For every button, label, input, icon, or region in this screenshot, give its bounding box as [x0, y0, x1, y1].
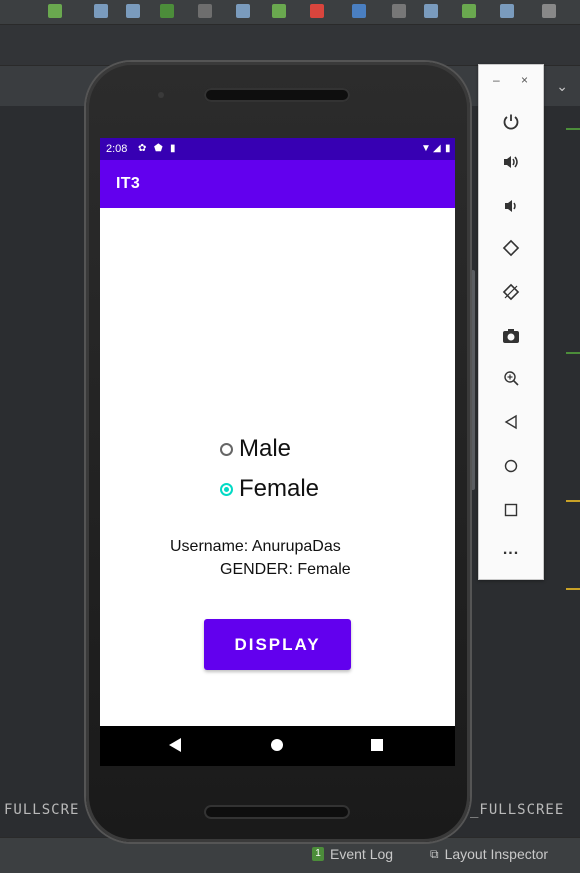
toolbar-icon[interactable] [94, 4, 108, 18]
shield-icon: ⬟ [154, 143, 163, 154]
stop-icon[interactable] [310, 4, 324, 18]
fullscreen-label-left: FULLSCRE [4, 802, 80, 818]
sim-card-icon: ▮ [170, 143, 176, 154]
scrollbar[interactable] [470, 270, 475, 490]
app-bar: IT3 [100, 160, 455, 208]
nav-home-icon[interactable] [271, 739, 283, 751]
search-icon[interactable] [542, 4, 556, 18]
gutter-marker [566, 500, 580, 502]
speaker-top [204, 88, 350, 102]
speaker-bottom [204, 805, 350, 819]
layout-inspector-button[interactable]: ⧉ Layout Inspector [430, 846, 548, 862]
back-icon[interactable] [479, 405, 543, 439]
toolbar-icon[interactable] [126, 4, 140, 18]
layout-inspector-icon: ⧉ [430, 846, 439, 861]
radio-female[interactable]: Female [220, 475, 319, 503]
toolbar-icon[interactable] [392, 4, 406, 18]
chevron-down-icon[interactable]: ⌄ [556, 78, 568, 95]
fullscreen-label-right: _FULLSCREE [470, 802, 565, 818]
front-camera [158, 92, 164, 98]
toolbar-icon[interactable] [272, 4, 286, 18]
close-button[interactable]: × [521, 73, 528, 87]
radio-male[interactable]: Male [220, 435, 291, 463]
toolbar-icon[interactable] [424, 4, 438, 18]
gender-text: GENDER: Female [220, 561, 351, 578]
android-status-bar: 2:08 ✿ ⬟ ▮ ▼ ◢ ▮ [100, 138, 455, 160]
username-text: Username: AnurupaDas [170, 538, 341, 555]
status-time: 2:08 [106, 143, 128, 155]
ide-tab-bar [0, 25, 580, 66]
emulator-side-panel: – × ... [478, 64, 544, 580]
toolbar-icon[interactable] [48, 4, 62, 18]
phone-screen: 2:08 ✿ ⬟ ▮ ▼ ◢ ▮ IT3 Male Female Usernam… [100, 138, 455, 766]
nav-back-icon[interactable] [169, 738, 181, 752]
overview-icon[interactable] [479, 493, 543, 527]
android-nav-bar [100, 726, 455, 766]
toolbar-icon[interactable] [198, 4, 212, 18]
battery-icon: ▮ [445, 143, 451, 154]
event-log-label: Event Log [330, 846, 394, 862]
wifi-icon: ▼ [421, 143, 431, 154]
minimize-button[interactable]: – [493, 73, 500, 87]
app-title: IT3 [116, 175, 141, 192]
signal-icon: ◢ [433, 143, 441, 154]
gutter-marker [566, 128, 580, 130]
toolbar-icon[interactable] [500, 4, 514, 18]
radio-unchecked-icon[interactable] [220, 442, 233, 456]
gutter-marker [566, 352, 580, 354]
event-log-badge: 1 [312, 847, 324, 861]
radio-checked-icon[interactable] [220, 482, 233, 496]
rotate-right-icon[interactable] [479, 275, 543, 309]
radio-label-female: Female [239, 475, 320, 502]
camera-icon[interactable] [479, 319, 543, 353]
toolbar-icon[interactable] [160, 4, 174, 18]
more-icon[interactable]: ... [479, 533, 543, 567]
toolbar-icon[interactable] [236, 4, 250, 18]
toolbar-icon[interactable] [352, 4, 366, 18]
ide-toolbar [0, 0, 580, 25]
display-button[interactable]: DISPLAY [204, 619, 351, 670]
power-icon[interactable] [479, 105, 543, 139]
gutter-marker [566, 588, 580, 590]
layout-inspector-label: Layout Inspector [444, 846, 549, 862]
radio-label-male: Male [239, 435, 292, 462]
event-log-button[interactable]: 1 Event Log [312, 846, 393, 862]
ide-status-bar: 1 Event Log ⧉ Layout Inspector [0, 837, 580, 873]
volume-up-icon[interactable] [479, 145, 543, 179]
rotate-left-icon[interactable] [479, 231, 543, 265]
nav-recents-icon[interactable] [371, 739, 383, 751]
toolbar-icon[interactable] [462, 4, 476, 18]
zoom-icon[interactable] [479, 361, 543, 395]
settings-icon: ✿ [138, 143, 147, 154]
home-icon[interactable] [479, 449, 543, 483]
volume-down-icon[interactable] [479, 189, 543, 223]
